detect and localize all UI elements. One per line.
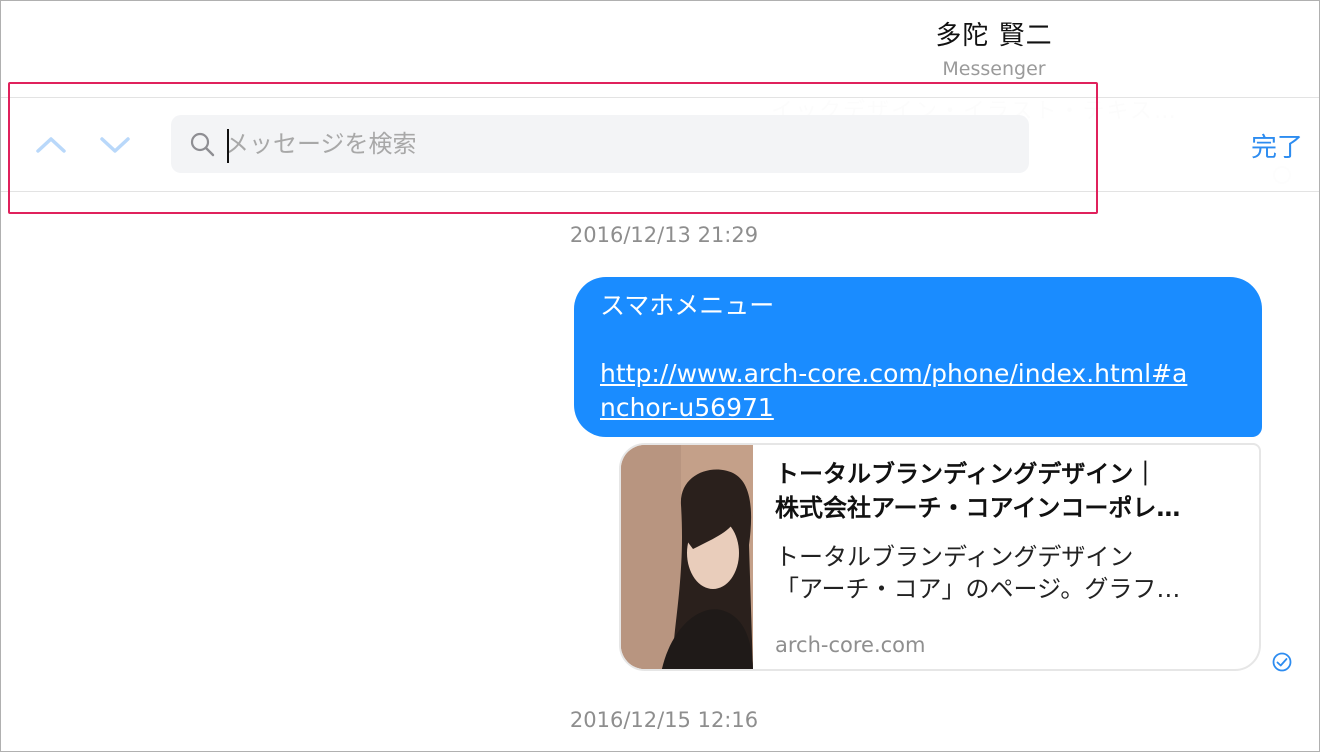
chevron-down-icon [100,137,130,153]
message-text: スマホメニュー [600,291,775,320]
link-preview-domain: arch-core.com [775,633,926,657]
search-field[interactable] [171,115,1029,173]
search-input[interactable] [225,115,1005,173]
link-preview-description: トータルブランディングデザイン 「アーチ・コア」のページ。グラフ… [775,543,1181,603]
contact-name[interactable]: 多陀 賢二 [1,15,1319,52]
next-result-button[interactable] [97,127,133,163]
contact-subtitle: Messenger [942,58,1046,80]
text-caret [227,129,229,163]
link-preview-image [621,445,753,669]
search-bar: 完了 [1,99,1319,192]
search-icon [190,132,215,157]
message-timestamp-2: 2016/12/15 12:16 [569,708,759,732]
message-timestamp: 2016/12/13 21:29 [569,223,759,247]
chevron-up-icon [36,137,66,153]
link-preview-title: トータルブランディングデザイン｜ 株式会社アーチ・コアインコーポレ… [775,460,1181,522]
messenger-window: 多陀 賢二 Messenger イックデザイン・イラスト・テキス… 完了 201… [0,0,1320,752]
sent-message-bubble: スマホメニュー http://www.arch-core.com/phone/i… [574,277,1262,437]
conversation-header: 多陀 賢二 Messenger [1,1,1319,98]
previous-result-button[interactable] [33,127,69,163]
check-circle-icon [1272,652,1292,672]
done-button[interactable]: 完了 [1251,127,1303,164]
message-link[interactable]: http://www.arch-core.com/phone/index.htm… [600,357,1200,425]
link-preview-card[interactable]: トータルブランディングデザイン｜ 株式会社アーチ・コアインコーポレ… トータルブ… [619,443,1261,671]
